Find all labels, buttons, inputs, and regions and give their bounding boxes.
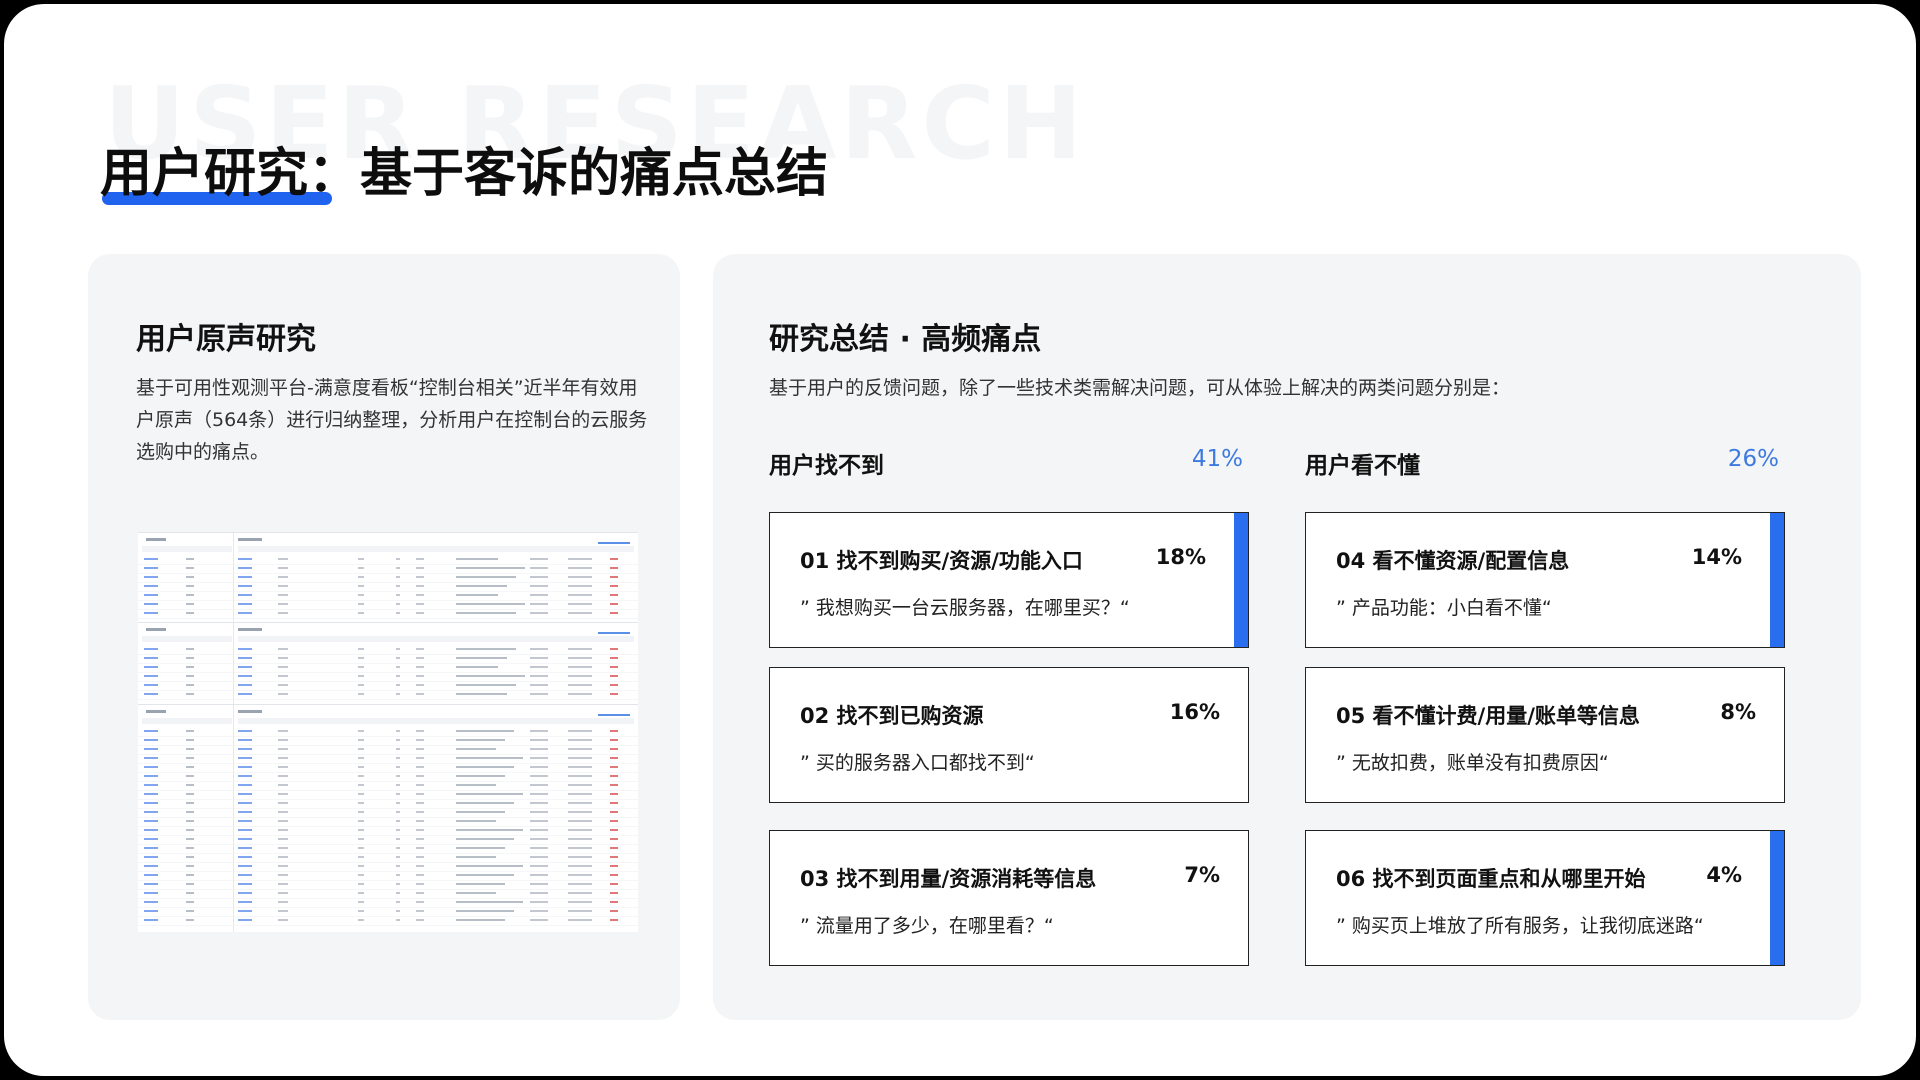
card-quote: ” 产品功能：小白看不懂“	[1336, 597, 1552, 619]
slide: USER RESEARCH 用户研究：基于客诉的痛点总结 用户原声研究 基于可用…	[4, 4, 1916, 1076]
card-title: 04 看不懂资源/配置信息	[1336, 549, 1570, 573]
card-title: 01 找不到购买/资源/功能入口	[800, 549, 1083, 573]
summary-title: 研究总结 · 高频痛点	[769, 322, 1042, 357]
pain-point-card-01: 01 找不到购买/资源/功能入口 18% ” 我想购买一台云服务器，在哪里买？“	[769, 512, 1249, 648]
pain-point-card-04: 04 看不懂资源/配置信息 14% ” 产品功能：小白看不懂“	[1305, 512, 1785, 648]
card-percent: 14%	[1691, 545, 1742, 569]
group-cannot-find-percent: 41%	[1191, 446, 1243, 472]
feedback-table-screenshot	[138, 532, 638, 932]
card-title: 05 看不懂计费/用量/账单等信息	[1336, 704, 1640, 728]
card-quote: ” 无故扣费，账单没有扣费原因“	[1336, 752, 1609, 774]
card-quote: ” 买的服务器入口都找不到“	[800, 752, 1035, 774]
page-title-wrap: 用户研究：基于客诉的痛点总结	[100, 142, 828, 206]
pain-point-card-03: 03 找不到用量/资源消耗等信息 7% ” 流量用了多少，在哪里看？“	[769, 830, 1249, 966]
pain-point-card-06: 06 找不到页面重点和从哪里开始 4% ” 购买页上堆放了所有服务，让我彻底迷路…	[1305, 830, 1785, 966]
card-percent: 18%	[1155, 545, 1206, 569]
card-percent: 16%	[1169, 700, 1220, 724]
pain-point-card-05: 05 看不懂计费/用量/账单等信息 8% ” 无故扣费，账单没有扣费原因“	[1305, 667, 1785, 803]
user-voice-title: 用户原声研究	[136, 322, 316, 357]
card-title: 06 找不到页面重点和从哪里开始	[1336, 867, 1646, 891]
summary-description: 基于用户的反馈问题，除了一些技术类需解决问题，可从体验上解决的两类问题分别是：	[769, 377, 1511, 399]
group-cannot-find-label: 用户找不到	[769, 453, 884, 479]
card-title: 03 找不到用量/资源消耗等信息	[800, 867, 1097, 891]
pain-point-card-02: 02 找不到已购资源 16% ” 买的服务器入口都找不到“	[769, 667, 1249, 803]
group-cannot-understand-percent: 26%	[1727, 446, 1779, 472]
card-percent: 7%	[1184, 863, 1220, 887]
card-quote: ” 我想购买一台云服务器，在哪里买？“	[800, 597, 1130, 619]
summary-panel: 研究总结 · 高频痛点 基于用户的反馈问题，除了一些技术类需解决问题，可从体验上…	[713, 254, 1861, 1020]
card-quote: ” 流量用了多少，在哪里看？“	[800, 915, 1054, 937]
card-percent: 8%	[1720, 700, 1756, 724]
page-title: 用户研究：基于客诉的痛点总结	[100, 144, 829, 204]
group-cannot-understand-label: 用户看不懂	[1305, 453, 1420, 479]
user-voice-panel: 用户原声研究 基于可用性观测平台-满意度看板“控制台相关”近半年有效用户原声（5…	[88, 254, 680, 1020]
user-voice-description: 基于可用性观测平台-满意度看板“控制台相关”近半年有效用户原声（564条）进行归…	[136, 377, 648, 463]
card-title: 02 找不到已购资源	[800, 704, 984, 728]
card-percent: 4%	[1706, 863, 1742, 887]
feedback-table-image	[138, 532, 638, 932]
card-quote: ” 购买页上堆放了所有服务，让我彻底迷路“	[1336, 915, 1704, 937]
